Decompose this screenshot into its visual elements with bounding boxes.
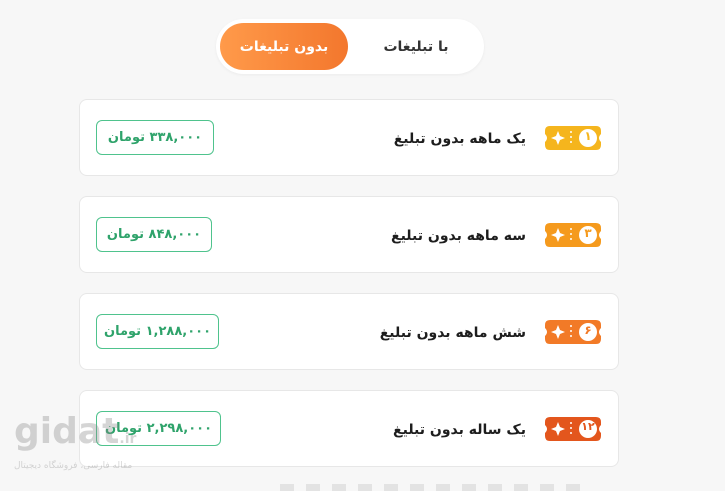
tab-with-ads[interactable]: با تبلیغات (352, 23, 480, 70)
plan-price[interactable]: ۸۴۸,۰۰۰ تومان (96, 217, 212, 252)
plan-badge-number: ۱ (584, 129, 592, 143)
watermark-tld: .ir (119, 431, 137, 447)
plan-card-3[interactable]: ۳ سه ماهه بدون تبلیغ ۸۴۸,۰۰۰ تومان (79, 196, 619, 273)
ticket-star-icon: ۳ (544, 222, 602, 248)
site-watermark: gidat.ir مقاله فارسی، فروشگاه دیجیتال (14, 412, 164, 478)
watermark-logo-text: gidat (14, 411, 120, 452)
plan-type-toggle: بدون تبلیغات با تبلیغات (216, 19, 484, 74)
plan-badge-number: ۶ (584, 323, 592, 337)
ticket-star-icon: ۱ (544, 125, 602, 151)
watermark-tagline: مقاله فارسی، فروشگاه دیجیتال (14, 461, 133, 471)
ticket-star-icon: ۱۲ (544, 416, 602, 442)
plan-badge-number: ۳ (584, 226, 592, 240)
ticket-star-icon: ۶ (544, 319, 602, 345)
plan-name: یک ساله بدون تبلیغ (393, 421, 526, 438)
plan-card-1[interactable]: ۱ یک ماهه بدون تبلیغ ۳۳۸,۰۰۰ تومان (79, 99, 619, 176)
plan-name: یک ماهه بدون تبلیغ (393, 130, 526, 147)
plan-name: شش ماهه بدون تبلیغ (379, 324, 526, 341)
plan-badge-number: ۱۲ (581, 420, 595, 433)
cut-off-text (280, 484, 580, 491)
watermark-logo: gidat.ir (14, 412, 164, 459)
plan-card-6[interactable]: ۶ شش ماهه بدون تبلیغ ۱,۲۸۸,۰۰۰ تومان (79, 293, 619, 370)
plan-price[interactable]: ۳۳۸,۰۰۰ تومان (96, 120, 214, 155)
plan-price[interactable]: ۱,۲۸۸,۰۰۰ تومان (96, 314, 219, 349)
plan-name: سه ماهه بدون تبلیغ (391, 227, 526, 244)
tab-no-ads[interactable]: بدون تبلیغات (220, 23, 348, 70)
